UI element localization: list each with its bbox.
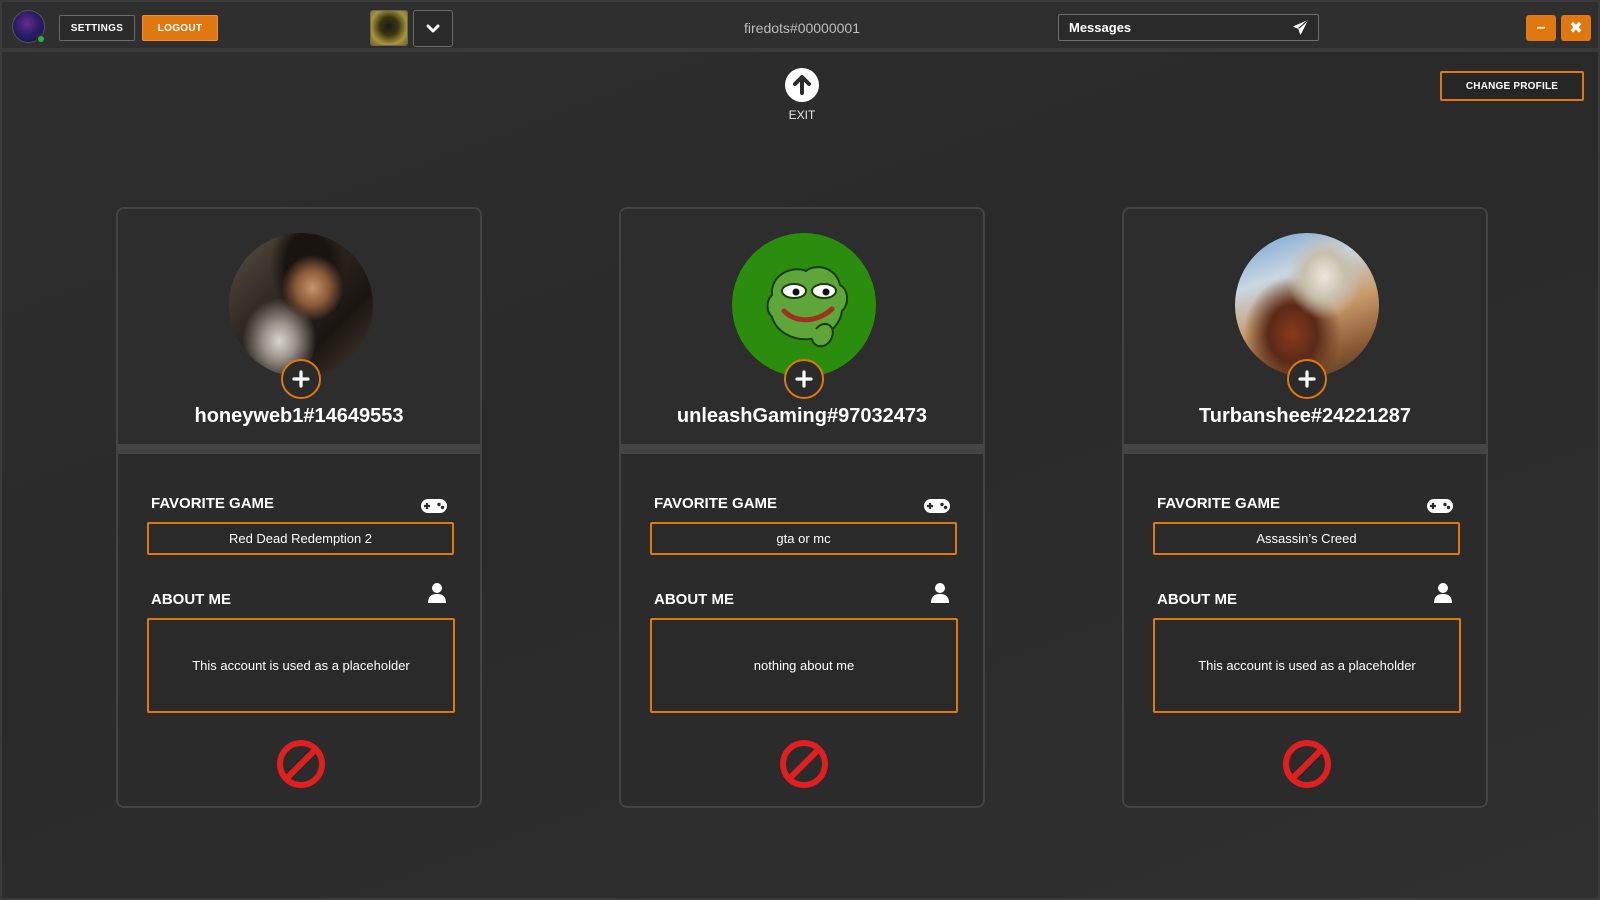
plus-icon — [795, 370, 813, 388]
favorite-game-heading: FAVORITE GAME — [151, 495, 275, 512]
profile-card: honeyweb1#14649553 FAVORITE GAME Red Dea… — [116, 207, 482, 808]
about-me-field: nothing about me — [650, 618, 958, 713]
gamepad-icon — [421, 499, 447, 513]
about-me-heading: ABOUT ME — [151, 591, 231, 608]
messages-label: Messages — [1069, 20, 1132, 35]
about-me-heading: ABOUT ME — [1157, 591, 1237, 608]
minimize-button[interactable]: – — [1526, 15, 1556, 41]
add-friend-button[interactable] — [281, 359, 321, 399]
favorite-game-heading: FAVORITE GAME — [654, 495, 778, 512]
send-icon — [1293, 20, 1308, 35]
profile-username: honeyweb1#14649553 — [194, 405, 404, 427]
messages-button[interactable]: Messages — [1058, 14, 1319, 41]
plus-icon — [1298, 370, 1316, 388]
divider — [118, 444, 480, 454]
user-avatar[interactable] — [12, 10, 46, 44]
game-dropdown-button[interactable] — [413, 10, 453, 47]
settings-button[interactable]: SETTINGS — [59, 15, 135, 41]
gamepad-icon — [924, 499, 950, 513]
frog-icon — [766, 266, 848, 348]
add-friend-button[interactable] — [1287, 359, 1327, 399]
favorite-game-field: Red Dead Redemption 2 — [147, 522, 454, 555]
divider — [1124, 444, 1486, 454]
favorite-game-field: Assassin’s Creed — [1153, 522, 1460, 555]
plus-icon — [292, 370, 310, 388]
block-icon[interactable] — [778, 738, 830, 790]
close-button[interactable]: ✖ — [1561, 15, 1591, 41]
user-icon — [931, 583, 949, 603]
user-icon — [1434, 583, 1452, 603]
profile-avatar — [732, 233, 876, 377]
block-icon[interactable] — [1281, 738, 1333, 790]
current-game-thumbnail[interactable] — [370, 10, 408, 46]
add-friend-button[interactable] — [784, 359, 824, 399]
profile-card: unleashGaming#97032473 FAVORITE GAME gta… — [619, 207, 985, 808]
app-window: SETTINGS LOGOUT firedots#00000001 Messag… — [0, 0, 1600, 900]
profile-avatar — [229, 233, 373, 377]
top-bar: SETTINGS LOGOUT firedots#00000001 Messag… — [2, 2, 1598, 52]
profile-username: Turbanshee#24221287 — [1199, 405, 1411, 427]
change-profile-button[interactable]: CHANGE PROFILE — [1440, 71, 1584, 101]
window-title: firedots#00000001 — [744, 20, 860, 36]
online-status-dot — [36, 34, 46, 44]
exit-label: EXIT — [788, 108, 816, 122]
logout-button[interactable]: LOGOUT — [142, 15, 218, 41]
about-me-field: This account is used as a placeholder — [147, 618, 455, 713]
arrow-up-circle-icon — [785, 68, 819, 102]
about-me-heading: ABOUT ME — [654, 591, 734, 608]
about-me-field: This account is used as a placeholder — [1153, 618, 1461, 713]
profile-avatar — [1235, 233, 1379, 377]
favorite-game-field: gta or mc — [650, 522, 957, 555]
user-icon — [428, 583, 446, 603]
chevron-down-icon — [426, 24, 440, 32]
divider — [621, 444, 983, 454]
gamepad-icon — [1427, 499, 1453, 513]
favorite-game-heading: FAVORITE GAME — [1157, 495, 1281, 512]
profile-card: Turbanshee#24221287 FAVORITE GAME Assass… — [1122, 207, 1488, 808]
profile-username: unleashGaming#97032473 — [676, 405, 928, 427]
exit-button[interactable]: EXIT — [772, 68, 832, 122]
block-icon[interactable] — [275, 738, 327, 790]
